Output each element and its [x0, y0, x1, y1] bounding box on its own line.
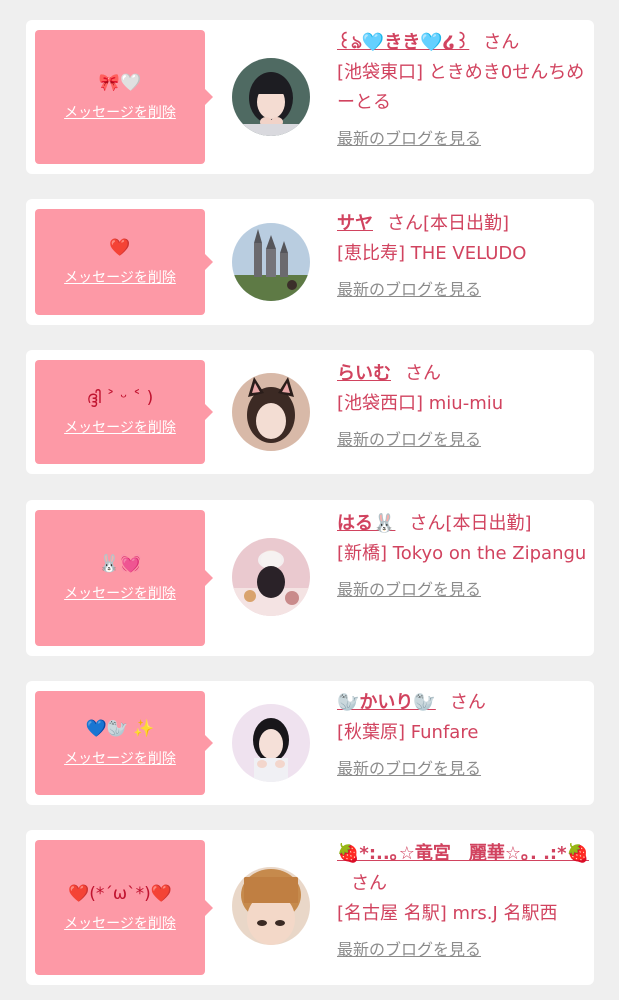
name-line: らいむ さん — [337, 359, 589, 389]
latest-blog-link[interactable]: 最新のブログを見る — [337, 425, 481, 455]
latest-blog-link[interactable]: 最新のブログを見る — [337, 575, 481, 605]
avatar[interactable] — [232, 223, 310, 301]
message-bubble: ❤️ メッセージを削除 — [35, 209, 213, 315]
honorific: さん — [405, 363, 441, 384]
cat-ears-girl-icon — [232, 373, 310, 451]
honorific: さん — [387, 213, 423, 234]
message-card: ❤️ メッセージを削除 サヤ さん[本日出勤] [恵比寿] THE VELUDO … — [26, 199, 594, 325]
message-list: 🎀🤍 メッセージを削除 ꒰ঌ🩵きき🩵໒꒱ さん [池袋東口] ときめき0せんちめー… — [0, 0, 619, 1000]
name-line: サヤ さん[本日出勤] — [337, 209, 589, 239]
latest-blog-link[interactable]: 最新のブログを見る — [337, 275, 481, 305]
name-line: 🍓*:..｡☆竜宮 麗華☆｡. .:*🍓 さん — [337, 839, 589, 899]
message-bubble: 💙🦭 ✨ メッセージを削除 — [35, 691, 213, 795]
girl-name-link[interactable]: 🦭かいり🦭 — [337, 692, 436, 713]
message-text: 🎀🤍 — [98, 73, 142, 93]
shop-name: [池袋西口] miu-miu — [337, 393, 504, 414]
name-line: はる🐰 さん[本日出勤] — [337, 509, 589, 539]
name-line: 🦭かいり🦭 さん — [337, 688, 589, 718]
delete-message-link[interactable]: メッセージを削除 — [64, 417, 176, 437]
message-card: 🐰💓 メッセージを削除 はる🐰 さん[本日出勤] [新橋] Tokyo on th… — [26, 500, 594, 656]
avatar[interactable] — [232, 867, 310, 945]
status-badge: [本日出勤] — [445, 513, 532, 534]
honorific: さん — [483, 32, 520, 53]
message-card: 🎀🤍 メッセージを削除 ꒰ঌ🩵きき🩵໒꒱ さん [池袋東口] ときめき0せんちめー… — [26, 20, 594, 174]
girl-name-link[interactable]: サヤ — [337, 213, 373, 234]
message-bubble: 🐰💓 メッセージを削除 — [35, 510, 213, 646]
girl-name-link[interactable]: らいむ — [337, 363, 391, 384]
shop-name: [名古屋 名駅] mrs.J 名駅西 — [337, 903, 558, 924]
card-info: 🍓*:..｡☆竜宮 麗華☆｡. .:*🍓 さん [名古屋 名駅] mrs.J 名駅… — [337, 839, 589, 965]
honorific: さん — [409, 513, 446, 534]
girl-dark-hair-icon — [232, 58, 310, 136]
message-card: ദ്ദി ˃ ᵕ ˂ ) メッセージを削除 らいむ さん [池袋西口] miu-m… — [26, 350, 594, 474]
message-bubble: ദ്ദി ˃ ᵕ ˂ ) メッセージを削除 — [35, 360, 213, 464]
status-badge: [本日出勤] — [423, 213, 510, 234]
shop-name: [新橋] Tokyo on the Zipangu — [337, 543, 587, 564]
blonde-girl-icon — [232, 867, 310, 945]
message-card: 💙🦭 ✨ メッセージを削除 🦭かいり🦭 さん [秋葉原] Funfare 最新のブ… — [26, 681, 594, 805]
girl-name-link[interactable]: はる🐰 — [337, 513, 395, 534]
card-info: 🦭かいり🦭 さん [秋葉原] Funfare 最新のブログを見る — [337, 688, 589, 784]
delete-message-link[interactable]: メッセージを削除 — [64, 583, 176, 603]
latest-blog-link[interactable]: 最新のブログを見る — [337, 124, 481, 154]
avatar[interactable] — [232, 538, 310, 616]
message-text: ❤️ — [109, 238, 131, 258]
shop-name: [秋葉原] Funfare — [337, 722, 479, 743]
shop-name: [恵比寿] THE VELUDO — [337, 243, 527, 264]
message-card: ❤️(*´ω`*)❤️ メッセージを削除 🍓*:..｡☆竜宮 麗華☆｡. .:*… — [26, 830, 594, 985]
card-info: らいむ さん [池袋西口] miu-miu 最新のブログを見る — [337, 359, 589, 455]
name-line: ꒰ঌ🩵きき🩵໒꒱ さん — [337, 28, 589, 58]
avatar[interactable] — [232, 373, 310, 451]
girl-name-link[interactable]: 🍓*:..｡☆竜宮 麗華☆｡. .:*🍓 — [337, 843, 589, 864]
latest-blog-link[interactable]: 最新のブログを見る — [337, 754, 481, 784]
delete-message-link[interactable]: メッセージを削除 — [64, 267, 176, 287]
latest-blog-link[interactable]: 最新のブログを見る — [337, 935, 481, 965]
avatar[interactable] — [232, 58, 310, 136]
shop-name: [池袋東口] ときめき0せんちめーとる — [337, 62, 585, 113]
message-text: 🐰💓 — [98, 554, 142, 574]
message-text: ദ്ദി ˃ ᵕ ˂ ) — [86, 388, 154, 408]
idol-girl-icon — [232, 704, 310, 782]
card-info: はる🐰 さん[本日出勤] [新橋] Tokyo on the Zipangu 最新… — [337, 509, 589, 605]
message-text: ❤️(*´ω`*)❤️ — [68, 883, 172, 904]
castle-photo-icon — [232, 223, 310, 301]
card-info: サヤ さん[本日出勤] [恵比寿] THE VELUDO 最新のブログを見る — [337, 209, 589, 305]
message-bubble: ❤️(*´ω`*)❤️ メッセージを削除 — [35, 840, 213, 975]
card-info: ꒰ঌ🩵きき🩵໒꒱ さん [池袋東口] ときめき0せんちめーとる 最新のブログを見る — [337, 28, 589, 154]
message-bubble: 🎀🤍 メッセージを削除 — [35, 30, 213, 164]
honorific: さん — [449, 692, 486, 713]
girl-name-link[interactable]: ꒰ঌ🩵きき🩵໒꒱ — [337, 32, 469, 53]
delete-message-link[interactable]: メッセージを削除 — [64, 913, 176, 933]
honorific: さん — [351, 873, 387, 894]
cafe-photo-icon — [232, 538, 310, 616]
avatar[interactable] — [232, 704, 310, 782]
message-text: 💙🦭 ✨ — [85, 719, 155, 739]
delete-message-link[interactable]: メッセージを削除 — [64, 748, 176, 768]
delete-message-link[interactable]: メッセージを削除 — [64, 102, 176, 122]
